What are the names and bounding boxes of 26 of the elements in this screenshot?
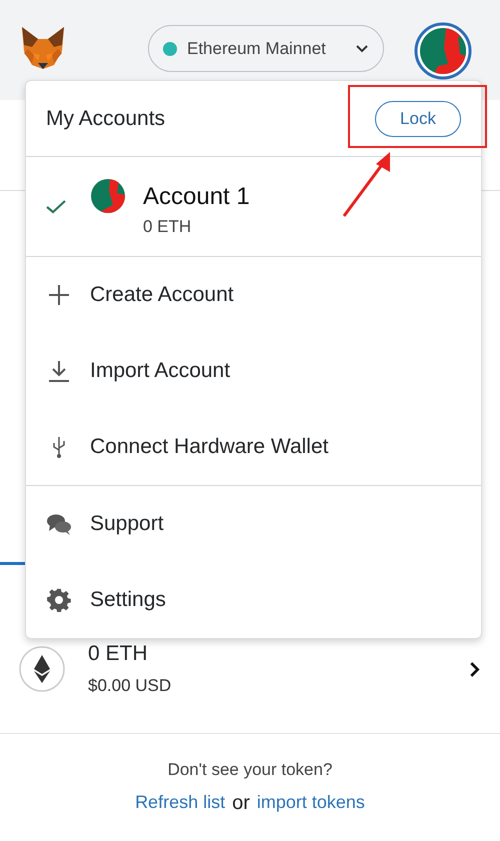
menu-item[interactable]: Support — [26, 486, 481, 562]
check-icon — [46, 200, 66, 214]
menu-item[interactable]: Import Account — [26, 333, 481, 409]
account-avatar-icon — [91, 178, 125, 212]
account-avatar-icon[interactable] — [414, 22, 472, 80]
chevron-down-icon — [355, 44, 369, 53]
settings-icon — [46, 588, 72, 612]
refresh-list-link[interactable]: Refresh list — [135, 792, 226, 815]
menu-title: My Accounts — [46, 106, 166, 130]
account-item[interactable]: Account 1 0 ETH — [26, 157, 481, 257]
plus-icon — [46, 283, 72, 307]
chat-bubbles-icon — [46, 512, 72, 536]
menu-item[interactable]: Connect Hardware Wallet — [26, 409, 481, 485]
menu-item[interactable]: Create Account — [26, 257, 481, 333]
chevron-right-icon[interactable] — [469, 660, 480, 678]
menu-item[interactable]: Settings — [26, 562, 481, 638]
token-balance: 0 ETH — [88, 642, 149, 666]
token-hint-text: Don't see your token? — [168, 760, 332, 780]
fox-logo-icon[interactable] — [20, 25, 66, 71]
or-text: or — [232, 792, 250, 815]
ethereum-icon — [18, 645, 66, 693]
lock-button[interactable]: Lock — [375, 100, 461, 136]
fiat-value: $0.00 USD — [88, 676, 172, 696]
download-icon — [46, 359, 72, 383]
network-selector[interactable]: Ethereum Mainnet — [148, 25, 384, 72]
import-tokens-link[interactable]: import tokens — [256, 792, 365, 815]
